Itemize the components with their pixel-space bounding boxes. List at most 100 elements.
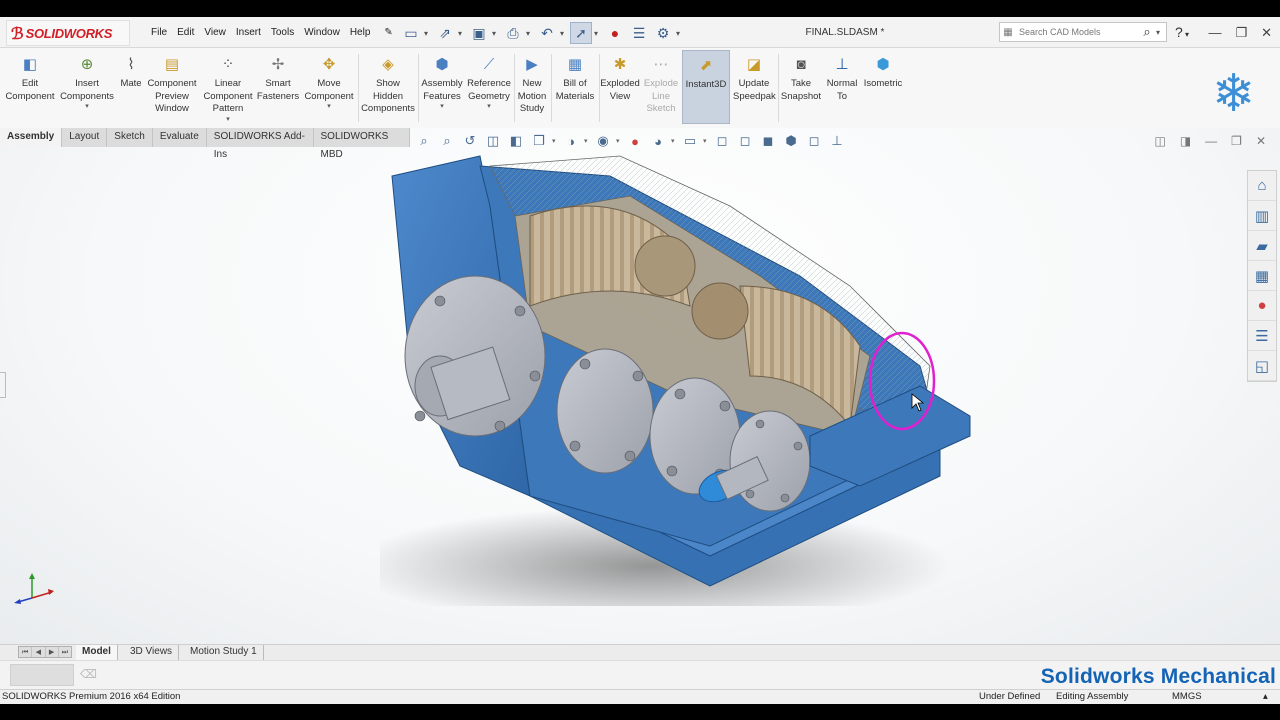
linear-pattern-icon: ⁘ <box>221 55 235 73</box>
exploded-view-button[interactable]: ✱ Exploded View <box>600 54 640 103</box>
save-caret-icon[interactable]: ▾ <box>492 29 500 38</box>
mid-gear[interactable] <box>634 235 696 297</box>
tab-evaluate[interactable]: Evaluate <box>152 128 207 147</box>
take-snapshot-button[interactable]: ◙ Take Snapshot <box>780 54 822 103</box>
undo-icon[interactable]: ↶ <box>536 22 558 44</box>
solidworks-logo[interactable]: ℬ SOLIDWORKS <box>6 20 130 46</box>
tab-sketch[interactable]: Sketch <box>107 128 153 147</box>
document-title: FINAL.SLDASM * <box>805 27 885 38</box>
menu-help[interactable]: Help <box>345 27 376 38</box>
isometric-button[interactable]: ⬢ Isometric <box>862 54 904 91</box>
update-speedpak-button[interactable]: ◪ Update Speedpak <box>733 54 776 103</box>
print-caret-icon[interactable]: ▾ <box>526 29 534 38</box>
smart-fasteners-icon: ✢ <box>271 55 285 73</box>
search-caret-icon[interactable]: ▾ <box>1156 28 1166 37</box>
menu-edit[interactable]: Edit <box>172 27 199 38</box>
normal-to-button[interactable]: ⊥ Normal To <box>824 54 860 103</box>
linear-pattern-caret-icon[interactable]: ▾ <box>226 116 230 124</box>
viewport-minimize-icon[interactable]: — <box>1205 134 1217 148</box>
menu-insert[interactable]: Insert <box>231 27 266 38</box>
tab-scroll-arrows[interactable]: ⏮ ◀ ▶ ⏭ <box>18 646 72 658</box>
viewport-menu-icon[interactable]: ◨ <box>1180 134 1191 148</box>
print-icon[interactable]: ⎙ <box>502 22 524 44</box>
open-caret-icon[interactable]: ▾ <box>458 29 466 38</box>
file-properties-icon[interactable]: ☰ <box>628 22 650 44</box>
options-gear-icon[interactable]: ⚙ <box>652 22 674 44</box>
rebuild-traffic-light-icon[interactable]: ● <box>604 22 626 44</box>
tab-addins[interactable]: SOLIDWORKS Add-Ins <box>206 128 314 160</box>
pin-icon[interactable]: ✎ <box>379 27 397 38</box>
tab-motion-study-1[interactable]: Motion Study 1 <box>184 645 264 660</box>
instant3d-button[interactable]: ⬈ Instant3D <box>682 50 730 124</box>
new-motion-study-button[interactable]: ▶ New Motion Study <box>515 54 549 116</box>
close-icon[interactable]: ✕ <box>1261 25 1272 41</box>
viewport-restore-icon[interactable]: ❐ <box>1231 134 1242 148</box>
options-caret-icon[interactable]: ▾ <box>676 29 684 38</box>
open-icon[interactable]: ⇗ <box>434 22 456 44</box>
insert-components-caret-icon[interactable]: ▾ <box>85 103 89 111</box>
search-box[interactable]: ▦ Search CAD Models ⌕ ▾ <box>999 22 1167 42</box>
tab-layout[interactable]: Layout <box>62 128 108 147</box>
next-tab-icon[interactable]: ▶ <box>46 647 59 657</box>
design-library-icon[interactable]: ▥ <box>1248 201 1276 231</box>
show-hidden-components-button[interactable]: ◈ Show Hidden Components <box>360 54 416 116</box>
snapshot-label: Take Snapshot <box>780 78 822 102</box>
select-pointer-icon[interactable]: ➚ <box>570 22 592 44</box>
units-status[interactable]: MMGS <box>1172 691 1202 702</box>
graphics-area[interactable]: ⌕ ⌕ ↺ ◫ ◧ ❒ ▾ ◑ ▾ ◉ ▾ ● ◕ ▾ ▭ ▾ ◻ ◻ ◼ ⬢ ◻ ⊥ ◫… <box>0 128 1280 644</box>
gear-hub[interactable] <box>691 282 749 340</box>
feature-manager-toggle[interactable] <box>0 372 6 398</box>
forum-icon[interactable]: ◱ <box>1248 351 1276 381</box>
separator <box>551 54 552 122</box>
new-caret-icon[interactable]: ▾ <box>424 29 432 38</box>
menu-file[interactable]: File <box>146 27 172 38</box>
view-palette-icon[interactable]: ▦ <box>1248 261 1276 291</box>
search-input[interactable]: Search CAD Models <box>1016 27 1138 37</box>
flange-2[interactable] <box>556 348 654 474</box>
menu-window[interactable]: Window <box>299 27 345 38</box>
insert-components-button[interactable]: ⊕ Insert Components ▾ <box>58 54 116 111</box>
tab-mbd[interactable]: SOLIDWORKS MBD <box>313 128 410 160</box>
select-caret-icon[interactable]: ▾ <box>594 29 602 38</box>
last-tab-icon[interactable]: ⏭ <box>59 647 71 657</box>
component-preview-window-button[interactable]: ▤ Component Preview Window <box>146 54 198 116</box>
save-icon[interactable]: ▣ <box>468 22 490 44</box>
gearbox-assembly-model[interactable] <box>380 136 980 606</box>
reference-geometry-button[interactable]: ⟋ Reference Geometry ▾ <box>466 54 512 111</box>
move-component-button[interactable]: ✥ Move Component ▾ <box>302 54 356 111</box>
tab-assembly[interactable]: Assembly <box>0 128 63 147</box>
split-view-icon[interactable]: ◫ <box>1154 134 1165 148</box>
solidworks-resources-icon[interactable]: ⌂ <box>1248 171 1276 201</box>
flange-4[interactable] <box>729 410 811 512</box>
explode-line-sketch-button[interactable]: ⋯ Explode Line Sketch <box>642 54 680 116</box>
bill-of-materials-button[interactable]: ▦ Bill of Materials <box>553 54 597 103</box>
reference-geometry-caret-icon[interactable]: ▾ <box>487 103 491 111</box>
appearances-icon[interactable]: ● <box>1248 291 1276 321</box>
prev-tab-icon[interactable]: ◀ <box>32 647 46 657</box>
menu-tools[interactable]: Tools <box>266 27 299 38</box>
menu-view[interactable]: View <box>199 27 231 38</box>
first-tab-icon[interactable]: ⏮ <box>19 647 33 657</box>
eraser-icon: ⌫ <box>80 667 97 681</box>
move-component-caret-icon[interactable]: ▾ <box>327 103 331 111</box>
help-icon[interactable]: ? ▾ <box>1175 17 1189 48</box>
viewport-close-icon[interactable]: ✕ <box>1256 134 1266 148</box>
tab-3d-views[interactable]: 3D Views <box>124 645 180 660</box>
file-explorer-icon[interactable]: ▰ <box>1248 231 1276 261</box>
mate-button[interactable]: ⌇ Mate <box>117 54 145 91</box>
assembly-features-caret-icon[interactable]: ▾ <box>440 103 444 111</box>
separator <box>418 54 419 122</box>
new-document-icon[interactable]: ▭ <box>400 22 422 44</box>
minimize-icon[interactable]: — <box>1208 25 1221 40</box>
restore-icon[interactable]: ❐ <box>1235 25 1247 41</box>
tab-model[interactable]: Model <box>76 645 118 660</box>
search-icon[interactable]: ⌕ <box>1138 24 1156 40</box>
custom-properties-icon[interactable]: ☰ <box>1248 321 1276 351</box>
undo-caret-icon[interactable]: ▾ <box>560 29 568 38</box>
search-scope-icon[interactable]: ▦ <box>1000 27 1016 38</box>
smart-fasteners-button[interactable]: ✢ Smart Fasteners <box>256 54 300 103</box>
linear-component-pattern-button[interactable]: ⁘ Linear Component Pattern ▾ <box>202 54 254 124</box>
edit-component-button[interactable]: ◧ Edit Component <box>3 54 57 103</box>
assembly-features-button[interactable]: ⬢ Assembly Features ▾ <box>420 54 464 111</box>
units-caret-icon[interactable]: ▴ <box>1263 691 1268 702</box>
